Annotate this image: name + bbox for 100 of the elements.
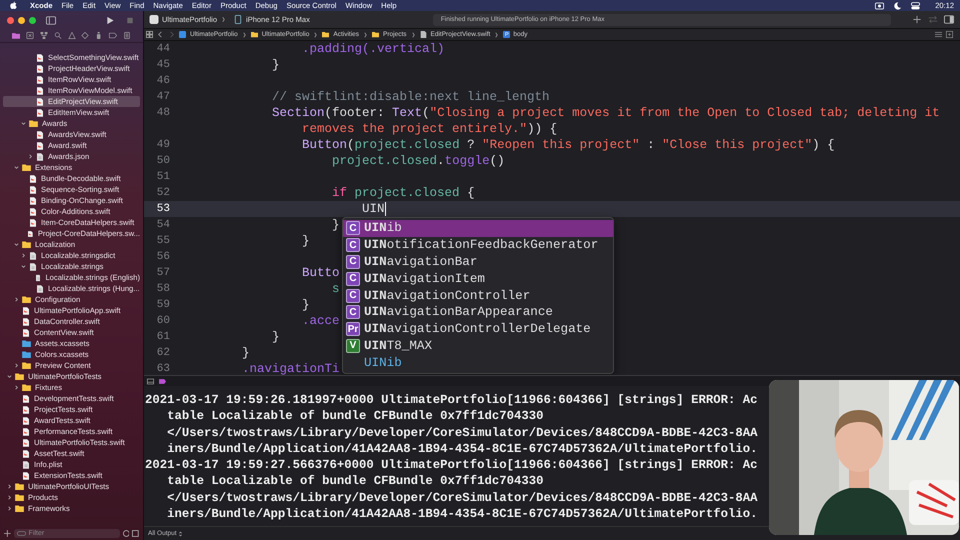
chevron-icon xyxy=(412,32,415,38)
line-number: 49 xyxy=(156,139,170,151)
add-icon[interactable] xyxy=(4,530,11,536)
completion-item[interactable]: C UINavigationBarAppearance xyxy=(343,304,613,321)
control-center-icon[interactable] xyxy=(911,2,920,10)
inspector-toggle-icon[interactable] xyxy=(944,15,954,24)
diamond-icon[interactable] xyxy=(81,32,90,39)
disclosure-icon[interactable] xyxy=(14,165,19,170)
code-line: // swiftlint:disable:next line_length xyxy=(271,90,550,104)
line-number: 55 xyxy=(156,235,170,247)
symbol-kind-badge: C xyxy=(346,254,360,269)
completion-item[interactable]: Pr UINavigationControllerDelegate xyxy=(343,320,613,338)
file-icon xyxy=(30,252,36,260)
code-line: if project.closed { xyxy=(331,186,475,200)
disclosure-icon[interactable] xyxy=(7,374,12,379)
grid-icon[interactable] xyxy=(146,31,153,38)
add-icon[interactable] xyxy=(912,15,922,24)
swift-file-icon xyxy=(23,406,29,414)
line-number: 57 xyxy=(156,267,170,279)
swift-file-icon xyxy=(30,208,36,216)
code-line: UIN xyxy=(361,202,385,216)
line-number: 47 xyxy=(156,91,170,103)
file-icon xyxy=(36,274,40,282)
completion-item[interactable]: C UINavigationController xyxy=(343,287,613,304)
chevron-icon xyxy=(222,16,226,23)
console-line: </Users/twostraws/Library/Developer/CoreSimulator/Devices/848CCD9A-BDBE-42C3-8AA xyxy=(166,424,758,441)
completion-item[interactable]: C UINotificationFeedbackGenerator xyxy=(343,236,613,254)
warning-icon[interactable] xyxy=(68,32,76,39)
moon-icon[interactable] xyxy=(893,2,902,10)
disclosure-icon[interactable] xyxy=(14,297,19,302)
console-line: 2021-03-17 19:59:27.566376+0000 UltimatePortfolio[11966:604366] [strings] ERROR: Ac xyxy=(144,457,758,474)
chevron-icon xyxy=(314,32,318,38)
symbol-kind-badge: Pr xyxy=(346,322,360,336)
line-number: 51 xyxy=(156,171,170,183)
lines-icon[interactable] xyxy=(935,31,942,38)
swift-file-icon xyxy=(28,230,33,238)
folder-icon xyxy=(22,296,31,303)
panel-icon[interactable] xyxy=(147,378,154,384)
chevron-icon xyxy=(364,32,368,38)
completion-item[interactable]: UINib xyxy=(343,354,613,372)
disclosure-icon[interactable] xyxy=(7,484,12,489)
swift-file-icon xyxy=(37,54,43,62)
folder-icon xyxy=(250,31,258,38)
symbol-kind-badge: C xyxy=(346,288,360,303)
add-editor-icon[interactable] xyxy=(946,31,953,38)
close-button[interactable] xyxy=(7,16,14,24)
disclosure-icon[interactable] xyxy=(21,121,26,126)
folder-icon[interactable] xyxy=(12,32,20,39)
code-line: .navigationTi xyxy=(241,362,340,375)
code-line: Butto xyxy=(301,266,340,280)
line-number: 44 xyxy=(156,43,170,55)
console-line: iners/Bundle/Application/41A42AA8-1B94-4354-8C1E-67C74D57362A/UltimatePortfolio. xyxy=(166,506,758,522)
hierarchy-icon[interactable] xyxy=(40,32,48,39)
disclosure-icon[interactable] xyxy=(21,264,26,269)
sidebar-toggle-icon[interactable] xyxy=(46,16,56,24)
swift-file-icon xyxy=(30,196,36,204)
line-number: 48 xyxy=(156,107,170,119)
code-line: } xyxy=(241,346,250,360)
line-number: 45 xyxy=(156,59,170,71)
completion-item[interactable]: V UINT8_MAX xyxy=(343,338,613,354)
run-icon[interactable] xyxy=(105,16,115,24)
swift-file-icon xyxy=(30,218,36,226)
completion-item[interactable]: C UINavigationItem xyxy=(343,270,613,288)
console-line: 2021-03-17 19:59:26.181997+0000 UltimatePortfolio[11966:604366] [strings] ERROR: Ac xyxy=(144,392,758,408)
disclosure-icon[interactable] xyxy=(7,506,12,511)
disclosure-icon[interactable] xyxy=(14,363,19,368)
document-icon[interactable] xyxy=(123,32,131,39)
updown-icon[interactable] xyxy=(178,530,182,536)
symbol-kind-badge: C xyxy=(346,238,360,252)
code-line: } xyxy=(301,234,310,248)
search-icon[interactable] xyxy=(54,32,62,39)
disclosure-icon[interactable] xyxy=(28,154,33,159)
symbol-kind-badge: C xyxy=(346,272,360,286)
code-line: } xyxy=(271,330,280,344)
minimize-button[interactable] xyxy=(18,16,25,24)
file-icon xyxy=(30,262,36,270)
swift-file-icon xyxy=(30,186,36,194)
completion-item[interactable]: C UINib xyxy=(343,220,613,237)
line-number: 60 xyxy=(156,315,170,327)
zoom-button[interactable] xyxy=(29,16,36,24)
line-number: 62 xyxy=(156,347,170,359)
disclosure-icon[interactable] xyxy=(7,495,12,500)
swift-file-icon xyxy=(23,306,29,314)
disclosure-icon[interactable] xyxy=(14,385,19,390)
close-box-icon[interactable] xyxy=(26,32,34,39)
back-icon[interactable] xyxy=(157,31,164,38)
completion-item[interactable]: C UINavigationBar xyxy=(343,254,613,270)
tag-icon[interactable] xyxy=(109,32,118,39)
swift-file-icon xyxy=(23,318,29,326)
swift-file-icon xyxy=(23,428,29,436)
swift-file-icon xyxy=(23,450,29,458)
code-line: s xyxy=(331,282,340,296)
filter-options-icon[interactable] xyxy=(16,530,26,536)
swift-file-icon xyxy=(23,438,29,446)
disclosure-icon[interactable] xyxy=(21,253,26,258)
disclosure-icon[interactable] xyxy=(14,242,19,247)
apple-icon[interactable] xyxy=(10,1,17,10)
screen-record-icon[interactable] xyxy=(875,2,884,10)
code-line: Button(project.closed ? "Reopen this project" : "Close this project") { xyxy=(301,138,835,152)
swift-file-icon xyxy=(37,130,43,138)
